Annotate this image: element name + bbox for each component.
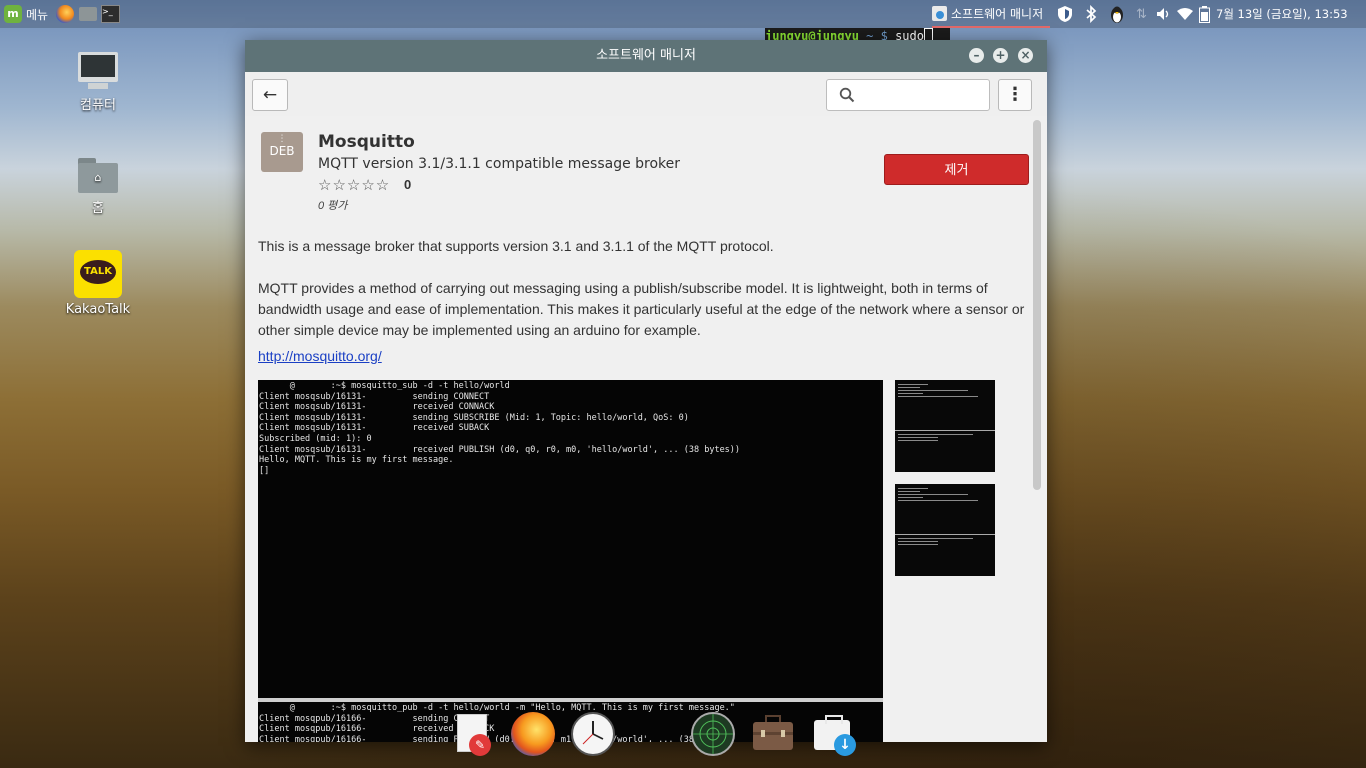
screenshot-thumbnail[interactable] xyxy=(895,380,995,472)
back-button[interactable]: ← xyxy=(252,79,288,111)
clock-icon xyxy=(571,712,615,756)
window-titlebar[interactable]: 소프트웨어 매니저 – + × xyxy=(245,40,1047,72)
app-name: Mosquitto xyxy=(318,132,415,152)
battery-icon[interactable] xyxy=(1199,0,1210,28)
briefcase-icon xyxy=(753,715,793,750)
toolbar: ← ⋮ xyxy=(245,72,1047,116)
volume-icon[interactable] xyxy=(1156,0,1172,28)
screenshot-terminal-line: Client mosqsub/16131- received PUBLISH (… xyxy=(259,444,741,455)
screenshot-terminal-line: Client mosqsub/16131- sending SUBSCRIBE … xyxy=(259,412,689,423)
screenshot-terminal-line: @ :~$ mosquitto_sub -d -t hello/world xyxy=(259,381,510,391)
wifi-icon[interactable] xyxy=(1176,0,1194,28)
deb-package-icon: ⋮ DEB xyxy=(261,132,303,172)
dock-firefox[interactable] xyxy=(511,712,555,756)
penguin-icon[interactable] xyxy=(1108,0,1126,28)
close-button[interactable]: × xyxy=(1018,48,1033,63)
menu-button[interactable]: ⋮ xyxy=(998,79,1032,111)
app-details: ⋮ DEB Mosquitto MQTT version 3.1/3.1.1 c… xyxy=(245,116,1035,742)
network-arrows-icon[interactable]: ⇅ xyxy=(1136,0,1147,28)
screenshot-terminal-line: @ :~$ mosquitto_pub -d -t hello/world -m… xyxy=(259,703,735,713)
description-paragraph: MQTT provides a method of carrying out m… xyxy=(258,280,1025,338)
home-folder-icon: ⌂ xyxy=(78,155,118,193)
description-paragraph: This is a message broker that supports v… xyxy=(258,238,774,254)
maximize-button[interactable]: + xyxy=(993,48,1008,63)
main-screenshot[interactable]: @ :~$ mosquitto_sub -d -t hello/world Cli… xyxy=(258,380,883,742)
datetime-text: 7월 13일 (금요일), 13:53 xyxy=(1216,7,1348,21)
screenshot-terminal-line: Client mosqsub/16131- received SUBACK xyxy=(259,423,490,434)
mint-logo-icon: m xyxy=(4,5,22,23)
notes-icon: ✎ xyxy=(455,712,491,756)
screenshot-terminal-line: Client mosqsub/16131- sending CONNECT xyxy=(259,391,490,402)
network-radar-icon xyxy=(691,712,735,756)
arrow-left-icon: ← xyxy=(262,85,278,105)
window-title: 소프트웨어 매니저 xyxy=(596,48,696,63)
desktop-kakaotalk[interactable]: TALK KakaoTalk xyxy=(48,250,148,317)
rating-count: 0 xyxy=(404,177,412,192)
dock-briefcase[interactable] xyxy=(751,712,795,756)
terminal-launcher[interactable]: >_ xyxy=(101,0,120,28)
firefox-icon xyxy=(511,712,555,756)
kebab-menu-icon: ⋮ xyxy=(1006,84,1024,105)
bluetooth-icon[interactable] xyxy=(1085,0,1097,28)
kakaotalk-badge: TALK xyxy=(84,266,112,277)
remove-button[interactable]: 제거 xyxy=(884,154,1029,185)
folder-icon xyxy=(79,7,97,21)
search-field[interactable] xyxy=(826,79,990,111)
minimize-button[interactable]: – xyxy=(969,48,984,63)
taskbar-label: 소프트웨어 매니저 xyxy=(951,6,1044,21)
screenshot-terminal-line: Subscribed (mid: 1): 0 xyxy=(259,433,372,444)
desktop-home[interactable]: ⌂ 홈 xyxy=(48,155,148,216)
software-manager-icon xyxy=(932,5,947,21)
software-install-icon: ↓ xyxy=(812,712,856,756)
reviews-count: 0 평가 xyxy=(318,200,348,212)
shield-icon[interactable] xyxy=(1057,0,1073,28)
screenshot-terminal-line: Client mosqpub/16166- received CONNACK xyxy=(259,724,495,735)
scrollbar[interactable] xyxy=(1033,120,1041,490)
screenshot-terminal-line: Client mosqsub/16131- received CONNACK xyxy=(259,402,495,413)
screenshot-thumbnail[interactable] xyxy=(895,484,995,576)
homepage-link[interactable]: http://mosquitto.org/ xyxy=(258,348,382,364)
desktop-icon-label: 홈 xyxy=(92,201,104,216)
terminal-icon: >_ xyxy=(101,5,120,23)
computer-icon xyxy=(78,52,118,90)
menu-label: 메뉴 xyxy=(26,7,49,22)
files-launcher[interactable] xyxy=(79,0,97,28)
datetime[interactable]: 7월 13일 (금요일), 13:53 xyxy=(1216,0,1348,28)
firefox-icon xyxy=(56,5,74,23)
desktop-computer[interactable]: 컴퓨터 xyxy=(48,52,148,113)
kakaotalk-icon: TALK xyxy=(74,250,122,298)
rating-stars: ☆☆☆☆☆ xyxy=(318,177,391,194)
deb-icon-text: DEB xyxy=(269,144,295,158)
screenshot-terminal-bottom: @ :~$ mosquitto_pub -d -t hello/world -m… xyxy=(258,702,735,742)
software-manager-window: 소프트웨어 매니저 – + × ← ⋮ ⋮ DEB Mosquitto MQTT… xyxy=(245,40,1047,742)
menu-button[interactable]: m 메뉴 xyxy=(4,0,48,28)
search-input[interactable] xyxy=(861,84,985,106)
screenshot-terminal-line: Client mosqpub/16166- sending CONNECT xyxy=(259,713,490,724)
desktop-icon-label: KakaoTalk xyxy=(65,302,131,317)
top-panel: m 메뉴 >_ 소프트웨어 매니저 ⇅ 7월 13일 (금요일), 13:53 xyxy=(0,0,1366,28)
dock-clock[interactable] xyxy=(571,712,615,760)
search-icon xyxy=(839,87,855,103)
dock-network-monitor[interactable] xyxy=(691,712,735,760)
dock-notes[interactable]: ✎ xyxy=(455,712,491,756)
desktop-icon-label: 컴퓨터 xyxy=(80,98,116,113)
app-summary: MQTT version 3.1/3.1.1 compatible messag… xyxy=(318,156,681,172)
dock-software-installer[interactable]: ↓ xyxy=(812,712,856,756)
firefox-launcher[interactable] xyxy=(56,0,74,28)
screenshot-terminal-top: @ :~$ mosquitto_sub -d -t hello/world Cli… xyxy=(258,380,883,476)
screenshot-terminal-line: Hello, MQTT. This is my first message. xyxy=(259,455,454,466)
screenshot-terminal-line: [] xyxy=(259,465,270,476)
screenshot-terminal-line: Client mosqpub/16166- sending PUBLISH (d… xyxy=(259,734,735,742)
taskbar-software-manager[interactable]: 소프트웨어 매니저 xyxy=(932,0,1050,28)
